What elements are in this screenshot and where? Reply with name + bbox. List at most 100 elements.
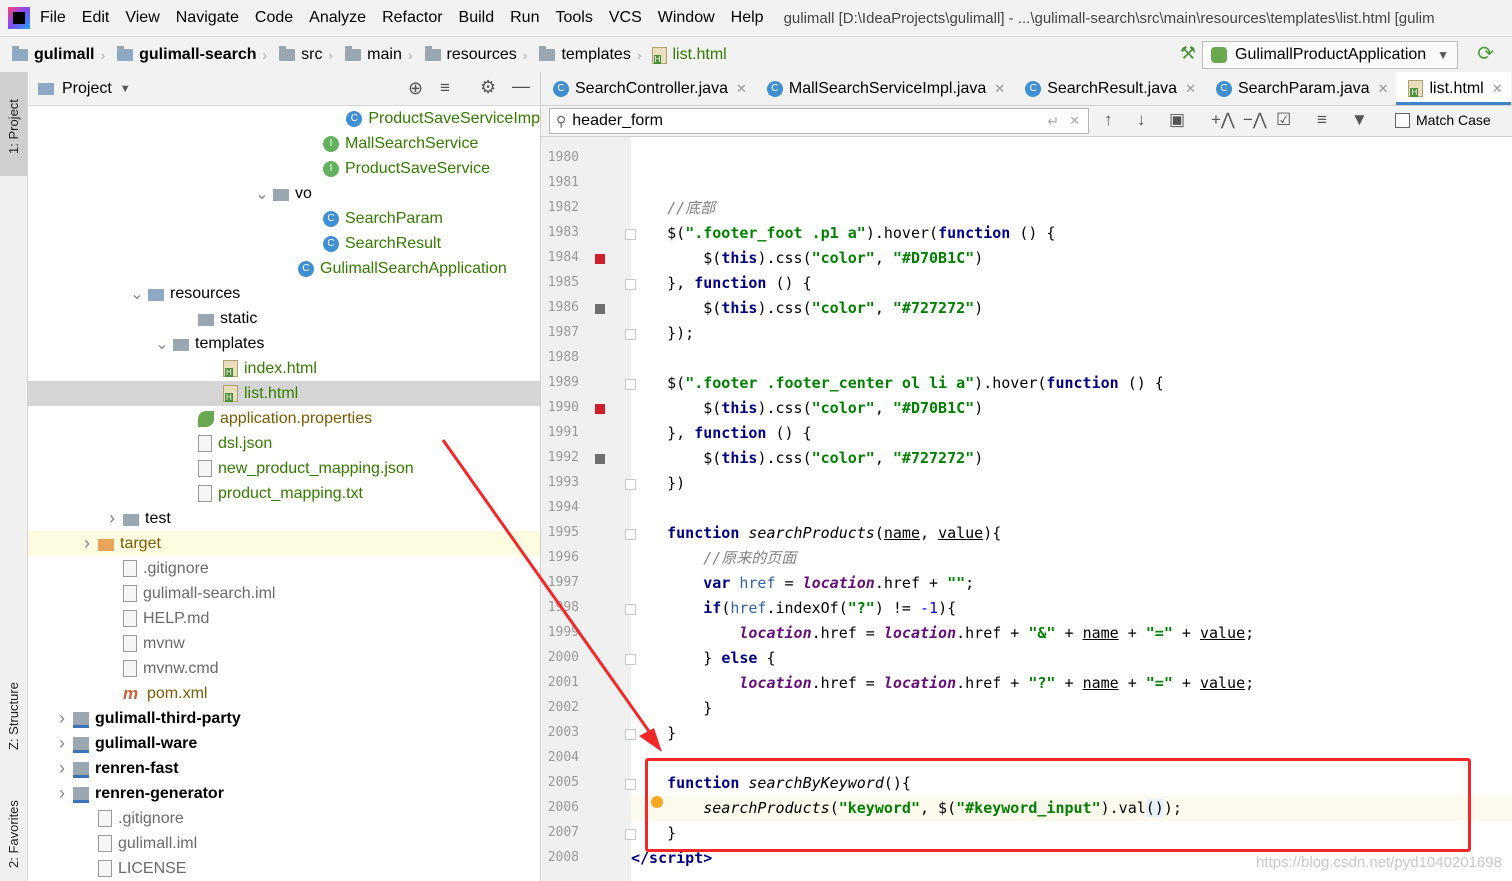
- editor-tab[interactable]: C SearchResult.java ✕: [1013, 72, 1204, 105]
- code-line[interactable]: if(href.indexOf("?") != -1){: [631, 596, 1512, 621]
- menu-item-file[interactable]: File: [40, 9, 66, 26]
- tree-item[interactable]: I MallSearchService: [28, 131, 540, 156]
- tree-item[interactable]: m pom.xml: [28, 681, 540, 706]
- editor-tab[interactable]: C SearchController.java ✕: [541, 72, 755, 105]
- tree-item[interactable]: application.properties: [28, 406, 540, 431]
- tree-item[interactable]: mvnw: [28, 631, 540, 656]
- breadcrumb-item[interactable]: gulimall-search ›: [105, 46, 267, 64]
- menu-item-refactor[interactable]: Refactor: [382, 9, 442, 26]
- editor-tab[interactable]: C MallSearchServiceImpl.java ✕: [755, 72, 1013, 105]
- code-line[interactable]: function searchProducts(name, value){: [631, 521, 1512, 546]
- tree-item[interactable]: gulimall.iml: [28, 831, 540, 856]
- tree-item[interactable]: LICENSE: [28, 856, 540, 881]
- tree-item[interactable]: › renren-generator: [28, 781, 540, 806]
- fold-marker-icon[interactable]: [625, 829, 636, 840]
- editor-tab[interactable]: list.html ✕: [1396, 72, 1511, 105]
- filter-icon[interactable]: ▼: [1351, 110, 1368, 130]
- menu-item-code[interactable]: Code: [255, 9, 293, 26]
- menu-item-build[interactable]: Build: [459, 9, 495, 26]
- disabled-breakpoint-icon[interactable]: [595, 304, 605, 314]
- tree-item[interactable]: ⌄ templates: [28, 331, 540, 356]
- close-tab-icon[interactable]: ✕: [736, 81, 747, 97]
- tree-item[interactable]: .gitignore: [28, 806, 540, 831]
- fold-marker-icon[interactable]: [625, 329, 636, 340]
- close-tab-icon[interactable]: ✕: [1185, 81, 1196, 97]
- gear-icon[interactable]: ⚙: [480, 77, 496, 98]
- new-line-icon[interactable]: ↵: [1047, 113, 1059, 130]
- next-occurrence-icon[interactable]: ↓: [1137, 110, 1146, 130]
- breadcrumb-item[interactable]: gulimall ›: [0, 46, 105, 64]
- disabled-breakpoint-icon[interactable]: [595, 454, 605, 464]
- code-line[interactable]: $(".footer_foot .p1 a").hover(function (…: [631, 221, 1512, 246]
- chevron-right-icon[interactable]: ›: [80, 533, 94, 554]
- favorites-tool-label[interactable]: 2: Favorites: [6, 800, 21, 868]
- fold-marker-icon[interactable]: [625, 279, 636, 290]
- collapse-all-icon[interactable]: ≡: [440, 78, 450, 98]
- fold-marker-icon[interactable]: [625, 479, 636, 490]
- breadcrumb-item[interactable]: resources ›: [413, 46, 527, 64]
- menu-item-edit[interactable]: Edit: [82, 9, 110, 26]
- menu-item-vcs[interactable]: VCS: [609, 9, 642, 26]
- search-icon[interactable]: ⚲: [556, 113, 566, 130]
- code-line[interactable]: }, function () {: [631, 271, 1512, 296]
- fold-marker-icon[interactable]: [625, 779, 636, 790]
- fold-marker-icon[interactable]: [625, 229, 636, 240]
- code-line[interactable]: [631, 146, 1512, 171]
- tree-item[interactable]: new_product_mapping.json: [28, 456, 540, 481]
- match-case-checkbox[interactable]: [1395, 112, 1410, 128]
- tree-item[interactable]: dsl.json: [28, 431, 540, 456]
- hide-panel-icon[interactable]: —: [512, 76, 530, 97]
- run-configuration-select[interactable]: GulimallProductApplication ▼: [1202, 41, 1458, 69]
- code-line[interactable]: }, function () {: [631, 421, 1512, 446]
- code-line[interactable]: $(this).css("color", "#D70B1C"): [631, 396, 1512, 421]
- chevron-right-icon[interactable]: ›: [55, 758, 69, 779]
- find-input[interactable]: [572, 112, 1013, 130]
- code-line[interactable]: var href = location.href + "";: [631, 571, 1512, 596]
- code-line[interactable]: $(this).css("color", "#727272"): [631, 446, 1512, 471]
- tree-item[interactable]: gulimall-search.iml: [28, 581, 540, 606]
- code-line[interactable]: } else {: [631, 646, 1512, 671]
- chevron-down-icon[interactable]: ⌄: [130, 284, 144, 304]
- chevron-down-icon[interactable]: ⌄: [255, 184, 269, 204]
- chevron-down-icon[interactable]: ⌄: [155, 334, 169, 354]
- code-line[interactable]: //原来的页面: [631, 546, 1512, 571]
- code-line[interactable]: $(this).css("color", "#D70B1C"): [631, 246, 1512, 271]
- code-line[interactable]: [631, 496, 1512, 521]
- add-selection-icon[interactable]: +⋀: [1211, 110, 1235, 130]
- tree-item[interactable]: index.html: [28, 356, 540, 381]
- chevron-right-icon[interactable]: ›: [55, 708, 69, 729]
- menu-item-help[interactable]: Help: [731, 9, 764, 26]
- menu-item-navigate[interactable]: Navigate: [176, 9, 239, 26]
- breadcrumb-item[interactable]: list.html: [642, 46, 727, 64]
- tree-item[interactable]: ⌄ vo: [28, 181, 540, 206]
- close-tab-icon[interactable]: ✕: [994, 81, 1005, 97]
- clear-icon[interactable]: ✕: [1069, 113, 1080, 129]
- code-line[interactable]: [631, 346, 1512, 371]
- fold-marker-icon[interactable]: [625, 729, 636, 740]
- structure-tool-label[interactable]: Z: Structure: [6, 682, 21, 750]
- select-all-icon[interactable]: ☑: [1276, 110, 1291, 130]
- breakpoint-icon[interactable]: [595, 404, 605, 414]
- breadcrumb-item[interactable]: main ›: [333, 46, 413, 64]
- project-panel-title[interactable]: Project: [62, 80, 112, 98]
- tree-item[interactable]: mvnw.cmd: [28, 656, 540, 681]
- tree-item[interactable]: › target: [28, 531, 540, 556]
- editor-tab[interactable]: C SearchParam.java ✕: [1204, 72, 1397, 105]
- menu-item-tools[interactable]: Tools: [555, 9, 592, 26]
- tree-item[interactable]: › gulimall-third-party: [28, 706, 540, 731]
- tree-item[interactable]: HELP.md: [28, 606, 540, 631]
- close-tab-icon[interactable]: ✕: [1378, 81, 1389, 97]
- fold-marker-icon[interactable]: [625, 529, 636, 540]
- filter-results-icon[interactable]: ≡: [1317, 110, 1327, 130]
- close-tab-icon[interactable]: ✕: [1492, 81, 1503, 97]
- code-line[interactable]: });: [631, 321, 1512, 346]
- code-line[interactable]: }): [631, 471, 1512, 496]
- tree-item[interactable]: .gitignore: [28, 556, 540, 581]
- chevron-right-icon[interactable]: ›: [105, 508, 119, 529]
- code-line[interactable]: location.href = location.href + "&" + na…: [631, 621, 1512, 646]
- fold-marker-icon[interactable]: [625, 604, 636, 615]
- code-line[interactable]: $(this).css("color", "#727272"): [631, 296, 1512, 321]
- match-case-option[interactable]: Match Case: [1395, 112, 1491, 128]
- tree-item[interactable]: C SearchResult: [28, 231, 540, 256]
- tree-item[interactable]: C SearchParam: [28, 206, 540, 231]
